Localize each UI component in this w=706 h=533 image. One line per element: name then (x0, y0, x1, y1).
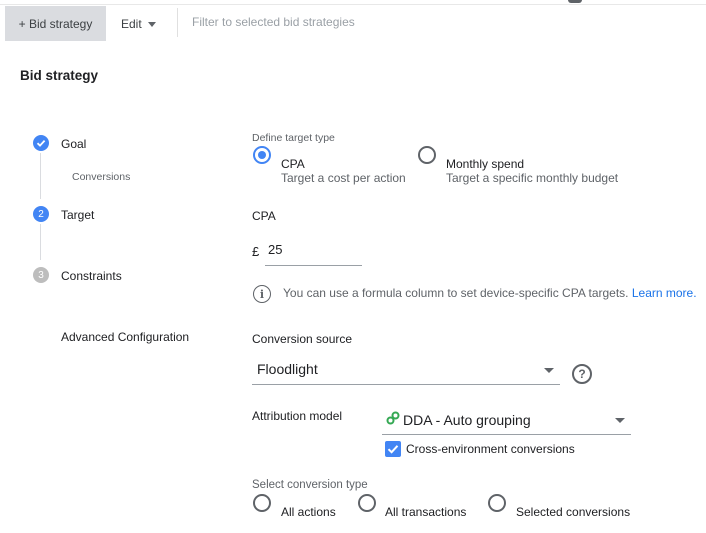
add-bid-strategy-button[interactable]: + Bid strategy (5, 6, 106, 41)
cross-environment-checkbox[interactable] (385, 441, 401, 457)
page-title: Bid strategy (20, 68, 99, 83)
link-icon (386, 411, 400, 425)
conversion-source-label: Conversion source (252, 332, 353, 346)
step-constraints[interactable]: Constraints (61, 269, 122, 283)
selected-conversions-label: Selected conversions (516, 505, 631, 519)
cross-environment-label: Cross-environment conversions (406, 442, 575, 456)
cpa-option-title: CPA (281, 157, 305, 171)
learn-more-link[interactable]: Learn more. (632, 286, 697, 300)
attribution-model-label: Attribution model (252, 409, 343, 423)
step-number-badge: 2 (33, 206, 49, 222)
cpa-input[interactable]: 25 (265, 239, 362, 266)
monthly-spend-radio[interactable] (418, 146, 436, 164)
attribution-model-select[interactable]: DDA - Auto grouping (382, 407, 631, 435)
cpa-option-description: Target a cost per action (281, 171, 406, 185)
check-icon (33, 135, 49, 151)
info-message-text: You can use a formula column to set devi… (283, 286, 632, 300)
cpa-radio[interactable] (253, 146, 271, 164)
step-advanced-configuration[interactable]: Advanced Configuration (61, 330, 189, 344)
monthly-spend-option-description: Target a specific monthly budget (446, 171, 619, 185)
toolbar-divider (177, 8, 178, 37)
check-icon (387, 445, 399, 454)
step-connector (40, 224, 41, 260)
step-goal[interactable]: Goal (61, 137, 86, 151)
step-goal-summary: Conversions (72, 171, 131, 183)
conversion-type-label: Select conversion type (252, 479, 368, 491)
currency-symbol: £ (252, 244, 260, 259)
help-icon[interactable]: ? (572, 364, 592, 384)
info-message: You can use a formula column to set devi… (283, 286, 697, 300)
edit-menu-button[interactable]: Edit (113, 6, 164, 41)
info-icon: i (253, 285, 271, 303)
conversion-source-value: Floodlight (257, 361, 318, 377)
edit-label: Edit (121, 16, 142, 31)
attribution-model-value: DDA - Auto grouping (403, 412, 531, 428)
all-actions-radio[interactable] (253, 494, 271, 512)
step-number-badge: 3 (33, 267, 49, 283)
dropdown-arrow-icon (615, 418, 625, 423)
conversion-source-select[interactable]: Floodlight (252, 355, 560, 385)
all-transactions-label: All transactions (385, 505, 467, 519)
step-connector (40, 153, 41, 199)
chevron-down-icon (147, 21, 156, 27)
dropdown-arrow-icon (544, 368, 554, 373)
monthly-spend-option-title: Monthly spend (446, 157, 525, 171)
cpa-label: CPA (252, 209, 276, 223)
scrollbar-marker (568, 0, 582, 3)
all-actions-label: All actions (281, 505, 336, 519)
all-transactions-radio[interactable] (358, 494, 376, 512)
target-type-label: Define target type (252, 132, 335, 144)
top-divider (0, 0, 706, 5)
selected-conversions-radio[interactable] (488, 494, 506, 512)
filter-selected-link[interactable]: Filter to selected bid strategies (192, 15, 355, 29)
step-target[interactable]: Target (61, 208, 94, 222)
